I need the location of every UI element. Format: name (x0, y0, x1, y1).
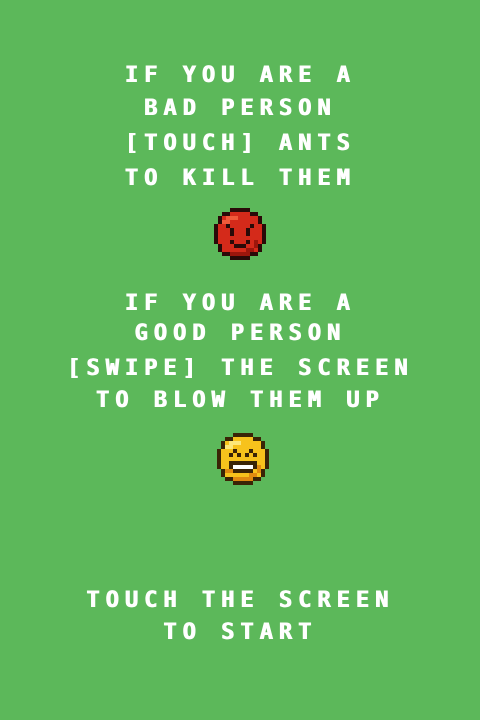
start-prompt-line-2: TO START (163, 620, 317, 645)
bad-instruction-line-4: TO KILL THEM (124, 166, 356, 191)
good-instruction-line-3: [SWIPE] THE SCREEN (66, 356, 414, 381)
start-prompt-line-1: TOUCH THE SCREEN (86, 588, 394, 613)
good-instruction-line-1: IF YOU ARE A (124, 291, 356, 316)
bad-instruction-line-3: [TOUCH] ANTS (124, 131, 356, 156)
good-instruction-line-2: GOOD PERSON (134, 321, 346, 346)
bad-instruction-line-1: IF YOU ARE A (124, 63, 356, 88)
title-screen[interactable]: IF YOU ARE A BAD PERSON [TOUCH] ANTS TO … (0, 0, 480, 720)
good-instruction-line-4: TO BLOW THEM UP (95, 388, 385, 413)
angry-red-face-icon (214, 208, 266, 260)
bad-instruction-line-2: BAD PERSON (143, 96, 337, 121)
laughing-yellow-face-icon (217, 433, 269, 485)
